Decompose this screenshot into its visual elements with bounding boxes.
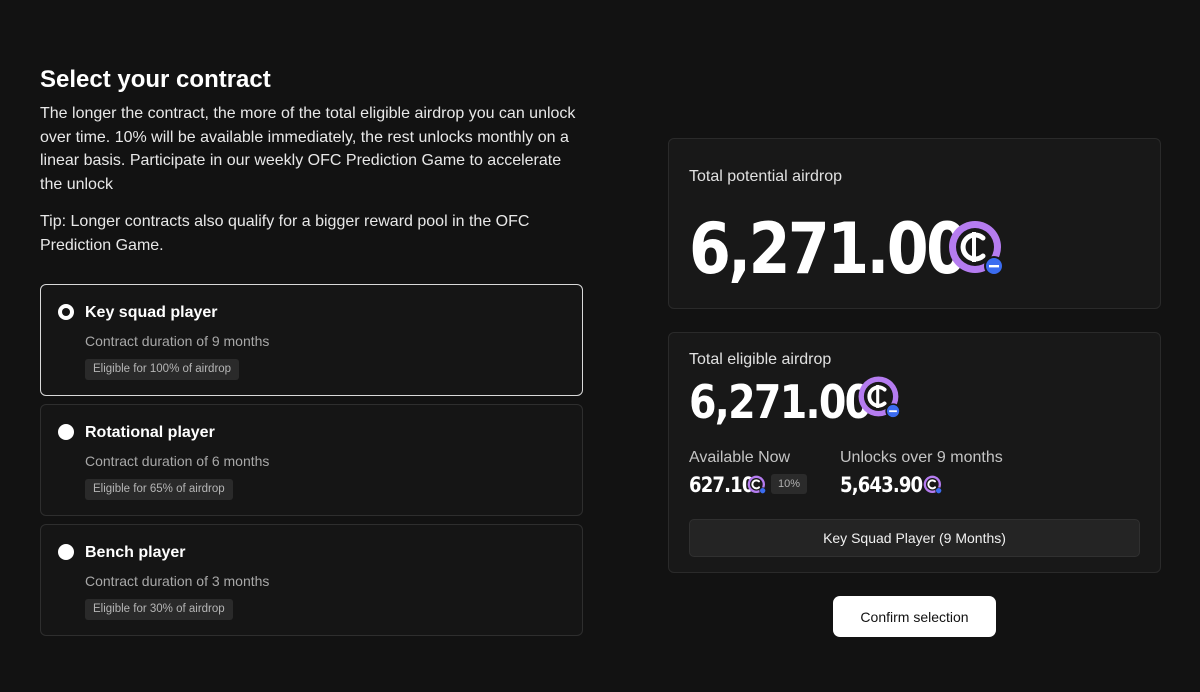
option-rotational-player[interactable]: Rotational player Contract duration of 6… [40, 404, 583, 516]
option-title: Rotational player [85, 424, 215, 441]
radio-selected-icon[interactable] [58, 304, 74, 320]
option-duration: Contract duration of 9 months [85, 333, 270, 349]
page-description: The longer the contract, the more of the… [40, 105, 576, 193]
option-key-squad-player[interactable]: Key squad player Contract duration of 9 … [40, 284, 583, 396]
ofc-token-icon [949, 221, 1004, 276]
available-now-value: 627.10 [689, 473, 754, 497]
ofc-token-icon [923, 475, 942, 494]
eligibility-badge: Eligible for 30% of airdrop [85, 599, 233, 620]
potential-airdrop-value: 6,271.00 [689, 208, 968, 290]
ofc-token-icon [747, 475, 766, 494]
ofc-token-icon [858, 376, 901, 419]
tip-text: Tip: Longer contracts also qualify for a… [40, 213, 530, 254]
option-bench-player[interactable]: Bench player Contract duration of 3 mont… [40, 524, 583, 636]
option-duration: Contract duration of 6 months [85, 453, 270, 469]
contract-intro: Select your contract The longer the cont… [40, 66, 583, 257]
eligibility-badge: Eligible for 65% of airdrop [85, 479, 233, 500]
radio-unselected-icon[interactable] [58, 544, 74, 560]
unlocks-label: Unlocks over 9 months [840, 449, 1003, 466]
selected-plan-summary: Key Squad Player (9 Months) [689, 519, 1140, 557]
contract-selection-page: Select your contract The longer the cont… [0, 0, 1200, 692]
potential-airdrop-label: Total potential airdrop [689, 168, 842, 185]
potential-airdrop-card: Total potential airdrop 6,271.00 [668, 138, 1161, 309]
radio-unselected-icon[interactable] [58, 424, 74, 440]
confirm-selection-button[interactable]: Confirm selection [833, 596, 996, 637]
eligible-airdrop-value: 6,271.00 [689, 375, 872, 429]
eligible-airdrop-label: Total eligible airdrop [689, 351, 832, 368]
option-duration: Contract duration of 3 months [85, 573, 270, 589]
available-percent-badge: 10% [771, 474, 808, 494]
option-title: Bench player [85, 544, 186, 561]
contract-options: Key squad player Contract duration of 9 … [40, 284, 583, 644]
available-now-label: Available Now [689, 449, 791, 466]
unlocks-value: 5,643.90 [840, 473, 923, 497]
eligible-airdrop-card: Total eligible airdrop 6,271.00 Availabl… [668, 332, 1161, 573]
page-title: Select your contract [40, 66, 271, 93]
option-title: Key squad player [85, 304, 218, 321]
eligibility-badge: Eligible for 100% of airdrop [85, 359, 240, 380]
